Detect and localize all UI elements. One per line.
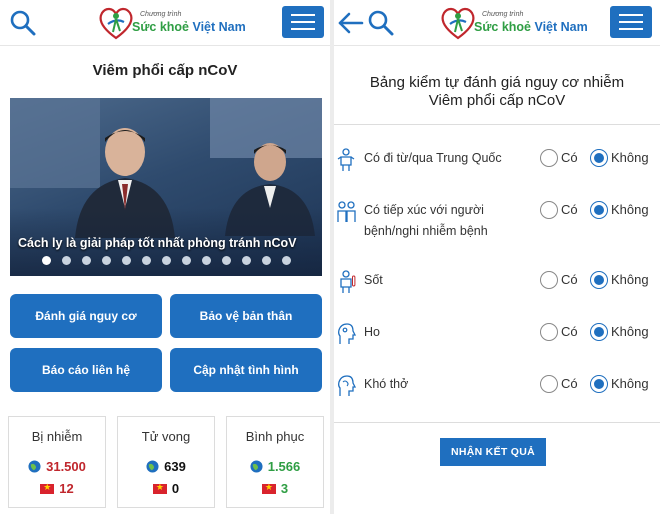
header: Chương trình Sức khoẻ Việt Nam <box>0 0 330 46</box>
checklist-title: Bảng kiểm tự đánh giá nguy cơ nhiễm Viêm… <box>369 74 625 109</box>
answer-yes-label[interactable]: Có <box>561 272 578 287</box>
carousel-dot[interactable] <box>161 256 171 265</box>
carousel-indicators <box>10 256 322 265</box>
question-text: Có đi từ/qua Trung Quốc <box>364 151 502 165</box>
recovered-stat-card: Bình phục 1.566 3 <box>226 416 324 508</box>
infected-stat-card: Bị nhiễm 31.500 12 <box>8 416 106 508</box>
logo-caption: Chương trình <box>140 11 182 18</box>
vietnam-count: 3 <box>280 481 289 496</box>
carousel-dot[interactable] <box>201 256 211 265</box>
back-arrow-icon[interactable] <box>336 8 366 38</box>
answer-no-radio[interactable] <box>590 271 608 289</box>
stat-label: Bị nhiễm <box>31 429 83 444</box>
vietnam-flag-icon <box>152 482 167 494</box>
globe-icon <box>250 460 263 473</box>
hamburger-icon <box>291 14 315 16</box>
search-icon[interactable] <box>366 8 396 38</box>
menu-button[interactable] <box>610 6 652 38</box>
answer-yes-label[interactable]: Có <box>561 376 578 391</box>
contact-icon <box>337 201 356 222</box>
question-text: Có tiếp xúc với người bệnh/nghi nhiễm bệ… <box>364 203 488 238</box>
answer-yes-label[interactable]: Có <box>561 202 578 217</box>
answer-yes-radio[interactable] <box>540 323 558 341</box>
question-text: Ho <box>364 325 380 339</box>
assess-risk-button[interactable]: Đánh giá nguy cơ <box>10 294 162 338</box>
brand-logo[interactable]: Chương trình Sức khoẻ Việt Nam <box>438 4 588 42</box>
vietnam-flag-icon <box>261 482 276 494</box>
carousel-dot[interactable] <box>141 256 151 265</box>
stat-label: Tử vong <box>141 429 191 444</box>
answer-yes-radio[interactable] <box>540 375 558 393</box>
risk-checklist-screen: Chương trình Sức khoẻ Việt Nam Bảng kiểm… <box>334 0 660 514</box>
get-result-button[interactable]: NHẬN KẾT QUẢ <box>440 438 546 466</box>
answer-yes-radio[interactable] <box>540 149 558 167</box>
logo-title: Sức khoẻ Việt Nam <box>474 20 588 34</box>
death-stat-card: Tử vong 639 0 <box>117 416 215 508</box>
vietnam-count: 12 <box>59 481 74 496</box>
logo-caption: Chương trình <box>482 11 524 18</box>
answer-no-label[interactable]: Không <box>611 202 649 217</box>
answer-no-label[interactable]: Không <box>611 376 649 391</box>
carousel-caption: Cách ly là giải pháp tốt nhất phòng trán… <box>18 236 297 250</box>
divider <box>334 422 660 423</box>
answer-no-label[interactable]: Không <box>611 272 649 287</box>
stat-label: Bình phục <box>245 429 305 444</box>
answer-no-label[interactable]: Không <box>611 324 649 339</box>
question-text: Sốt <box>364 273 383 287</box>
report-contact-button[interactable]: Báo cáo liên hệ <box>10 348 162 392</box>
brand-logo[interactable]: Chương trình Sức khoẻ Việt Nam <box>96 4 246 42</box>
carousel-dot[interactable] <box>261 256 271 265</box>
carousel-dot[interactable] <box>221 256 231 265</box>
answer-yes-radio[interactable] <box>540 271 558 289</box>
breathing-icon <box>338 375 356 396</box>
vietnam-count: 0 <box>171 481 180 496</box>
answer-yes-label[interactable]: Có <box>561 150 578 165</box>
world-count: 1.566 <box>267 459 301 474</box>
carousel-dot[interactable] <box>241 256 251 265</box>
carousel-dot[interactable] <box>181 256 191 265</box>
answer-yes-radio[interactable] <box>540 201 558 219</box>
answer-no-label[interactable]: Không <box>611 150 649 165</box>
question-text: Khó thở <box>364 377 409 391</box>
carousel-dot[interactable] <box>281 256 291 265</box>
globe-icon <box>28 460 41 473</box>
traveler-icon <box>337 148 355 171</box>
answer-no-radio[interactable] <box>590 375 608 393</box>
news-carousel[interactable]: Cách ly là giải pháp tốt nhất phòng trán… <box>10 98 322 276</box>
header: Chương trình Sức khoẻ Việt Nam <box>334 0 660 46</box>
home-screen: Chương trình Sức khoẻ Việt Nam Viêm phổi… <box>0 0 330 514</box>
heart-figure-icon <box>99 7 133 40</box>
vietnam-flag-icon <box>40 482 55 494</box>
carousel-dot[interactable] <box>121 256 131 265</box>
update-situation-button[interactable]: Cập nhật tình hình <box>170 348 322 392</box>
self-protection-button[interactable]: Bảo vệ bản thân <box>170 294 322 338</box>
carousel-dot[interactable] <box>61 256 71 265</box>
carousel-dot[interactable] <box>101 256 111 265</box>
world-count: 639 <box>164 459 186 474</box>
answer-no-radio[interactable] <box>590 323 608 341</box>
carousel-dot[interactable] <box>41 256 51 265</box>
divider <box>334 124 660 125</box>
globe-icon <box>146 460 159 473</box>
answer-yes-label[interactable]: Có <box>561 324 578 339</box>
world-count: 31.500 <box>46 459 86 474</box>
answer-no-radio[interactable] <box>590 201 608 219</box>
page-title: Viêm phổi cấp nCoV <box>92 62 238 79</box>
carousel-dot[interactable] <box>81 256 91 265</box>
hamburger-icon <box>619 14 643 16</box>
answer-no-radio[interactable] <box>590 149 608 167</box>
search-icon[interactable] <box>8 8 38 38</box>
menu-button[interactable] <box>282 6 324 38</box>
logo-title: Sức khoẻ Việt Nam <box>132 20 246 34</box>
cough-icon <box>338 323 356 344</box>
heart-figure-icon <box>441 7 475 40</box>
thermometer-person-icon <box>340 270 356 293</box>
